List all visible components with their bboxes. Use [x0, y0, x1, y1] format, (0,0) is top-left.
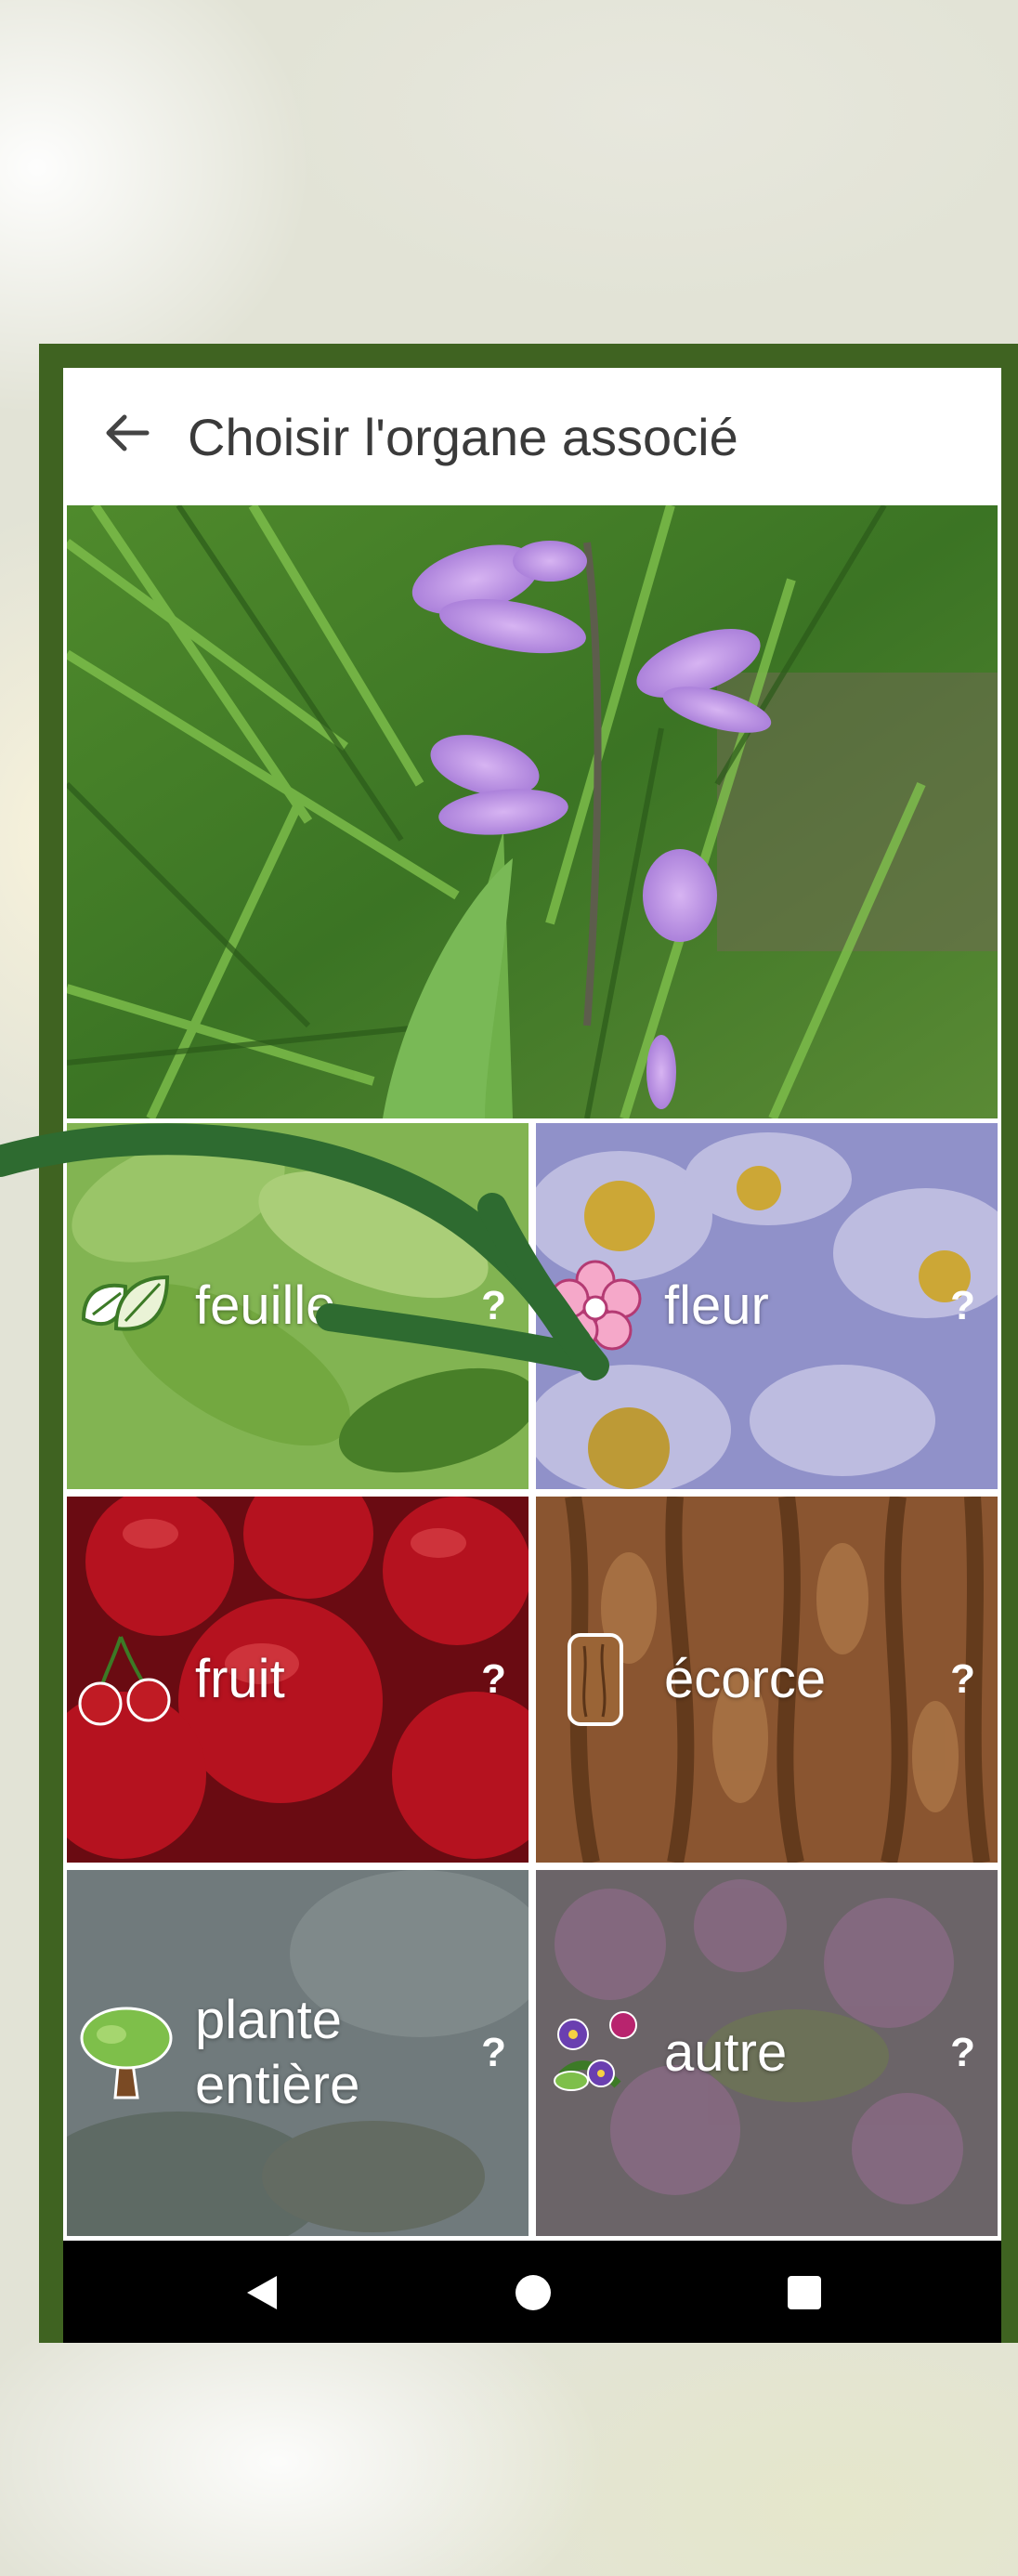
flower-icon	[549, 1260, 642, 1351]
organ-label: feuille	[195, 1275, 336, 1336]
help-button[interactable]: ?	[481, 1656, 506, 1703]
organ-tile-fruit[interactable]: fruit ?	[67, 1497, 529, 1863]
bark-icon	[568, 1633, 623, 1726]
nav-recents-icon[interactable]	[778, 2267, 830, 2319]
leaf-icon	[81, 1275, 170, 1331]
help-button[interactable]: ?	[950, 2030, 975, 2076]
help-button[interactable]: ?	[950, 1656, 975, 1703]
nav-home-icon[interactable]	[507, 2267, 559, 2319]
tree-icon	[80, 2007, 173, 2099]
app-bar: Choisir l'organe associé	[63, 368, 1001, 505]
organ-label: plante entière	[195, 1990, 360, 2115]
back-arrow-icon[interactable]	[98, 405, 154, 461]
plant-photo	[67, 505, 998, 1118]
cherry-icon	[78, 1636, 171, 1726]
help-button[interactable]: ?	[481, 2030, 506, 2076]
organ-label: fleur	[664, 1275, 769, 1336]
organ-label: fruit	[195, 1649, 285, 1709]
organ-tile-fleur[interactable]: fleur ?	[536, 1123, 998, 1489]
organ-tile-ecorce[interactable]: écorce ?	[536, 1497, 998, 1863]
app-screen: Choisir l'organe associé feuille ? fleur…	[63, 368, 1001, 2343]
organ-label: écorce	[664, 1649, 827, 1709]
page-title: Choisir l'organe associé	[188, 408, 738, 466]
organ-tile-autre[interactable]: autre ?	[536, 1870, 998, 2236]
help-button[interactable]: ?	[950, 1283, 975, 1329]
nav-back-icon[interactable]	[236, 2267, 288, 2319]
system-nav-bar	[63, 2241, 1001, 2343]
bouquet-icon	[554, 2011, 637, 2091]
organ-label: autre	[664, 2022, 788, 2083]
organ-tile-plante-entiere[interactable]: plante entière ?	[67, 1870, 529, 2236]
organ-grid: feuille ? fleur ? fruit ? écorce ? plant…	[67, 1123, 998, 2236]
help-button[interactable]: ?	[481, 1283, 506, 1329]
organ-tile-feuille[interactable]: feuille ?	[67, 1123, 529, 1489]
